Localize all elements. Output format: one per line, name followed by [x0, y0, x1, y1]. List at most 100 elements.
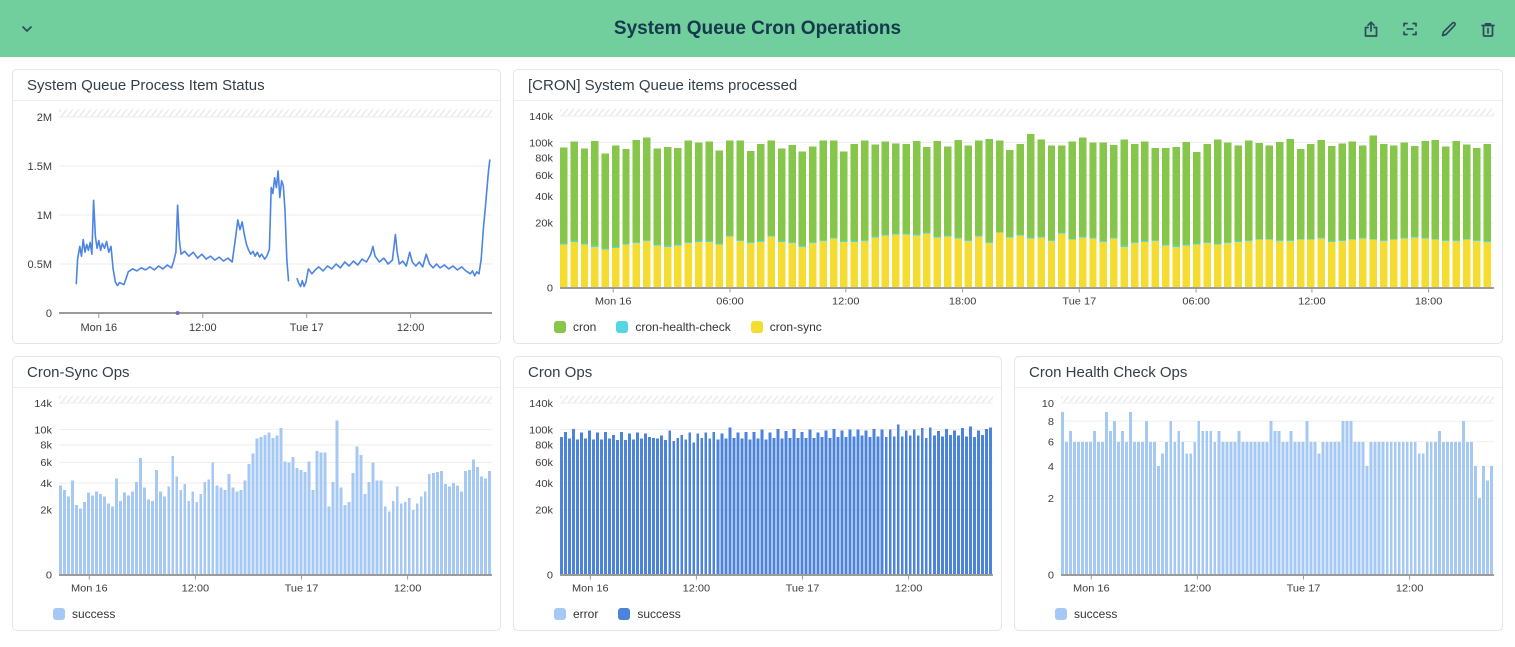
bar-chart-cron-ops[interactable]: 140k 100k 80k 60k 40k 20k 0 Mon 16 12:00 Tue 17 12… [514, 388, 1001, 603]
chevron-down-icon [17, 19, 37, 39]
svg-text:12:00: 12:00 [397, 322, 425, 334]
legend-item-success[interactable]: success [53, 607, 115, 621]
legend-swatch [1055, 608, 1067, 620]
chart-legend: success [13, 603, 500, 630]
svg-text:Mon 16: Mon 16 [1073, 583, 1110, 595]
svg-text:80k: 80k [535, 440, 553, 452]
svg-text:12:00: 12:00 [1396, 583, 1424, 595]
svg-text:60k: 60k [535, 457, 553, 469]
collapse-chevron-button[interactable] [16, 18, 38, 40]
delete-button[interactable] [1477, 18, 1499, 40]
legend-swatch [618, 608, 630, 620]
dashboard-title: System Queue Cron Operations [0, 18, 1515, 40]
bar-chart-cron-sync-ops[interactable]: 14k10k8k6k4k2k0Mon 1612:00Tue 1712:00 [13, 388, 500, 603]
svg-text:Tue 17: Tue 17 [1287, 583, 1321, 595]
svg-text:1.5M: 1.5M [28, 161, 52, 173]
legend-item-error[interactable]: error [554, 607, 598, 621]
bar-chart-items-processed[interactable]: 140k100k80k60k40k20k0Mon 1606:0012:0018:… [514, 101, 1502, 316]
legend-item-cron[interactable]: cron [554, 320, 596, 334]
panel-title: Cron Health Check Ops [1015, 357, 1502, 388]
svg-text:40k: 40k [535, 478, 553, 490]
bar-chart-cron-health-check-ops[interactable]: 1086420Mon 1612:00Tue 1712:00 [1015, 388, 1502, 603]
svg-text:8k: 8k [40, 440, 52, 452]
svg-text:10: 10 [1042, 398, 1054, 410]
svg-text:06:00: 06:00 [716, 296, 744, 308]
legend-swatch [554, 321, 566, 333]
svg-text:2: 2 [1048, 493, 1054, 505]
svg-text:12:00: 12:00 [683, 583, 711, 595]
chart-legend: success [1015, 603, 1502, 630]
chart-legend: error success [514, 603, 1001, 630]
header-toolbar [1360, 18, 1499, 40]
line-chart-process-item-status[interactable]: 2M1.5M1M0.5M0Mon 1612:00Tue 1712:00 [13, 101, 500, 343]
svg-text:20k: 20k [535, 218, 553, 230]
svg-text:100k: 100k [529, 138, 554, 150]
svg-text:20k: 20k [535, 505, 553, 517]
svg-text:18:00: 18:00 [1415, 296, 1443, 308]
svg-text:12:00: 12:00 [895, 583, 923, 595]
svg-text:12:00: 12:00 [832, 296, 860, 308]
dashboard-header: System Queue Cron Operations [0, 0, 1515, 57]
trash-icon [1478, 19, 1498, 39]
svg-text:40k: 40k [535, 191, 553, 203]
legend-swatch [616, 321, 628, 333]
svg-text:0: 0 [547, 570, 553, 582]
svg-text:12:00: 12:00 [1298, 296, 1326, 308]
legend-item-cron-health-check[interactable]: cron-health-check [616, 320, 730, 334]
panel-process-item-status: System Queue Process Item Status 2M 1.5M 1… [12, 69, 501, 344]
legend-item-cron-sync[interactable]: cron-sync [751, 320, 822, 334]
svg-text:14k: 14k [34, 398, 52, 410]
svg-text:0: 0 [46, 570, 52, 582]
svg-text:Tue 17: Tue 17 [290, 322, 324, 334]
legend-label: success [72, 607, 115, 621]
copy-button[interactable] [1399, 18, 1421, 40]
legend-swatch [554, 608, 566, 620]
svg-text:Mon 16: Mon 16 [71, 583, 108, 595]
svg-text:18:00: 18:00 [949, 296, 977, 308]
panel-title: System Queue Process Item Status [13, 70, 500, 101]
svg-text:12:00: 12:00 [182, 583, 210, 595]
svg-text:Tue 17: Tue 17 [1062, 296, 1096, 308]
svg-text:12:00: 12:00 [189, 322, 217, 334]
edit-button[interactable] [1438, 18, 1460, 40]
svg-text:4k: 4k [40, 478, 52, 490]
legend-item-success[interactable]: success [1055, 607, 1117, 621]
svg-text:4: 4 [1048, 461, 1054, 473]
svg-text:60k: 60k [535, 170, 553, 182]
copy-icon [1400, 19, 1420, 39]
panel-title: Cron Ops [514, 357, 1001, 388]
panel-cron-ops: Cron Ops 140k 100k 80k 60k 40k 20k 0 Mon 16 12:0… [513, 356, 1002, 631]
svg-text:1M: 1M [37, 210, 52, 222]
svg-text:0: 0 [547, 283, 553, 295]
legend-swatch [53, 608, 65, 620]
panel-title: Cron-Sync Ops [13, 357, 500, 388]
legend-label: error [573, 607, 598, 621]
svg-text:100k: 100k [529, 425, 554, 437]
svg-text:12:00: 12:00 [394, 583, 422, 595]
legend-label: cron-sync [770, 320, 822, 334]
svg-text:12:00: 12:00 [1184, 583, 1212, 595]
legend-label: success [637, 607, 680, 621]
svg-text:Tue 17: Tue 17 [285, 583, 319, 595]
share-button[interactable] [1360, 18, 1382, 40]
legend-label: cron [573, 320, 596, 334]
legend-item-success[interactable]: success [618, 607, 680, 621]
svg-text:Mon 16: Mon 16 [572, 583, 609, 595]
svg-text:140k: 140k [529, 398, 554, 410]
legend-label: success [1074, 607, 1117, 621]
svg-text:6: 6 [1048, 437, 1054, 449]
panel-cron-sync-ops: Cron-Sync Ops 14k10k8k6k4k2k0Mon 1612:00… [12, 356, 501, 631]
svg-text:0: 0 [46, 308, 52, 320]
svg-text:80k: 80k [535, 153, 553, 165]
svg-text:0: 0 [1048, 570, 1054, 582]
pencil-icon [1439, 19, 1459, 39]
legend-swatch [751, 321, 763, 333]
chart-legend: cron cron-health-check cron-sync [514, 316, 1502, 343]
svg-text:06:00: 06:00 [1182, 296, 1210, 308]
svg-text:140k: 140k [529, 111, 554, 123]
svg-text:10k: 10k [34, 425, 52, 437]
share-icon [1361, 19, 1381, 39]
svg-text:Tue 17: Tue 17 [786, 583, 820, 595]
panel-cron-health-check-ops: Cron Health Check Ops 1086420Mon 1612:00… [1014, 356, 1503, 631]
svg-text:2M: 2M [37, 112, 52, 124]
